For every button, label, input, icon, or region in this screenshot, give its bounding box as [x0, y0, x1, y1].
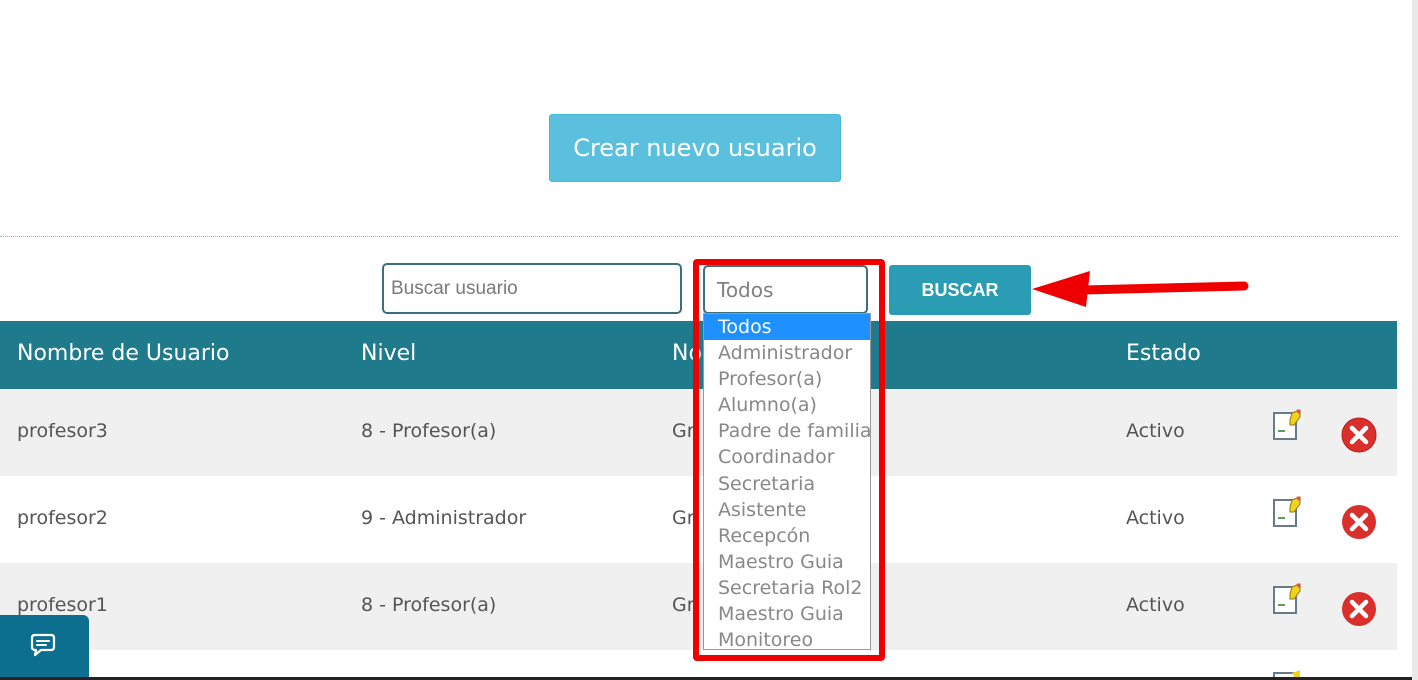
search-button[interactable]: BUSCAR: [889, 265, 1031, 315]
level-select-dropdown[interactable]: Todos Administrador Profesor(a) Alumno(a…: [703, 313, 871, 650]
cell-name: Gr: [672, 507, 695, 529]
dropdown-option[interactable]: Maestro Guia: [704, 601, 870, 627]
cell-username: profesor2: [17, 507, 108, 529]
table-row: [0, 650, 1397, 680]
edit-icon[interactable]: [1272, 583, 1302, 615]
delete-icon[interactable]: [1341, 504, 1377, 540]
dropdown-option[interactable]: Padre de familia: [704, 418, 870, 444]
dropdown-option[interactable]: Secretaria Rol2: [704, 575, 870, 601]
cell-level: 8 - Profesor(a): [361, 594, 497, 616]
table-header: Nombre de Usuario Nivel No o Estado: [0, 321, 1397, 389]
dropdown-option[interactable]: Alumno(a): [704, 392, 870, 418]
edit-icon[interactable]: [1272, 409, 1302, 441]
table-row: profesor1 8 - Profesor(a) Gr Activo: [0, 563, 1397, 650]
header-level: Nivel: [361, 341, 417, 366]
header-status: Estado: [1126, 341, 1201, 366]
dropdown-option[interactable]: Maestro Guia: [704, 549, 870, 575]
cell-status: Activo: [1126, 594, 1185, 616]
dropdown-option[interactable]: Secretaria: [704, 471, 870, 497]
delete-icon[interactable]: [1341, 417, 1377, 453]
cell-name: Gr: [672, 594, 695, 616]
edit-icon[interactable]: [1272, 496, 1302, 528]
cell-username: profesor3: [17, 420, 108, 442]
dropdown-option[interactable]: Monitoreo: [704, 627, 870, 649]
edit-icon[interactable]: [1272, 669, 1302, 677]
cell-status: Activo: [1126, 420, 1185, 442]
cell-status: Activo: [1126, 507, 1185, 529]
header-name: No: [672, 341, 702, 366]
red-arrow-icon: [1032, 271, 1249, 307]
cell-name: Gr: [672, 420, 695, 442]
dropdown-option[interactable]: Todos: [704, 314, 870, 341]
dropdown-option[interactable]: Asistente: [704, 497, 870, 523]
dropdown-option[interactable]: Administrador: [704, 340, 870, 366]
cell-level: 8 - Profesor(a): [361, 420, 497, 442]
level-select[interactable]: Todos: [703, 265, 868, 314]
chat-icon: [30, 633, 55, 656]
dropdown-option[interactable]: Coordinador: [704, 444, 870, 470]
cell-level: 9 - Administrador: [361, 507, 527, 529]
chat-button[interactable]: [0, 615, 89, 680]
search-user-input[interactable]: [382, 263, 682, 314]
level-select-value: Todos: [717, 277, 774, 302]
section-divider: [0, 236, 1398, 237]
dropdown-option[interactable]: Recepcón: [704, 523, 870, 549]
page-scroll-edge: [1412, 0, 1418, 680]
create-user-button[interactable]: Crear nuevo usuario: [549, 114, 841, 182]
dropdown-option[interactable]: Profesor(a): [704, 366, 870, 392]
table-row: profesor2 9 - Administrador Gr Activo: [0, 476, 1397, 563]
header-username: Nombre de Usuario: [17, 341, 230, 366]
delete-icon[interactable]: [1341, 591, 1377, 627]
table-row: profesor3 8 - Profesor(a) Gr Activo: [0, 389, 1397, 476]
cell-username: profesor1: [17, 594, 108, 616]
